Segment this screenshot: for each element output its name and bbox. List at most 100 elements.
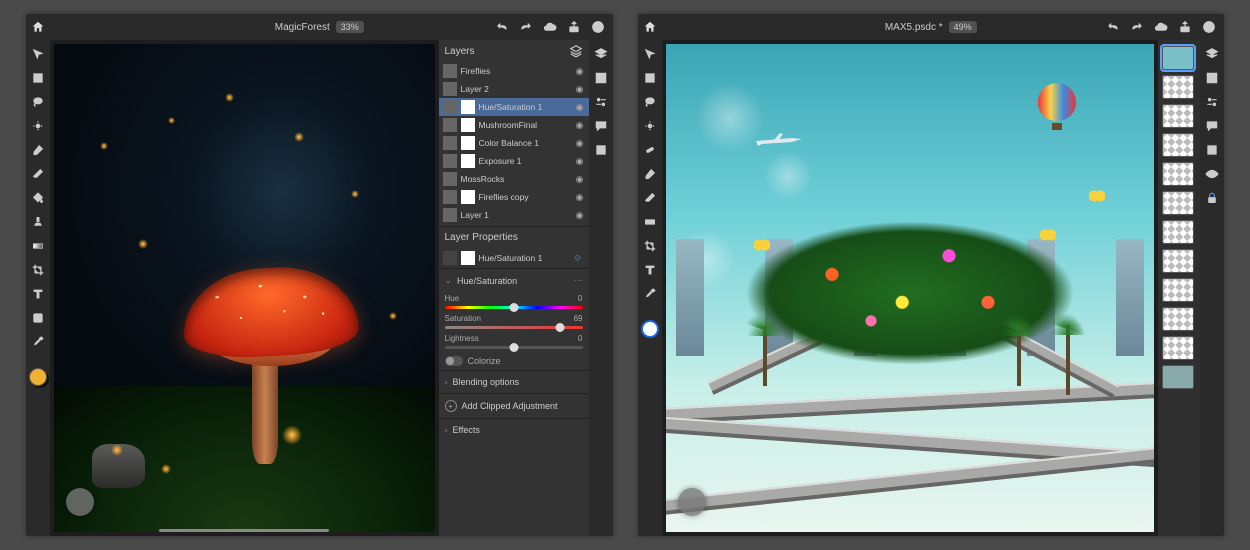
layer-actions-icon[interactable]: [593, 70, 609, 86]
transform-tool[interactable]: [30, 70, 46, 86]
canvas-area[interactable]: [50, 40, 439, 536]
home-button[interactable]: [638, 20, 662, 34]
layer-thumbnail[interactable]: [1162, 307, 1194, 331]
undo-icon[interactable]: [1106, 20, 1120, 34]
layers-icon[interactable]: [593, 46, 609, 62]
visibility-toggle[interactable]: ◉: [575, 210, 585, 221]
layer-row[interactable]: Hue/Saturation 1◉: [439, 98, 589, 116]
layer-row[interactable]: Color Balance 1◉: [439, 134, 589, 152]
type-tool[interactable]: [642, 262, 658, 278]
layer-thumbnail[interactable]: [1162, 191, 1194, 215]
properties-icon[interactable]: [1204, 94, 1220, 110]
fill-tool[interactable]: [30, 190, 46, 206]
blending-options[interactable]: Blending options: [439, 370, 589, 393]
share-icon[interactable]: [567, 20, 581, 34]
help-icon[interactable]: [1202, 20, 1216, 34]
visibility-icon[interactable]: [1204, 166, 1220, 182]
link-icon[interactable]: ⟐: [571, 251, 585, 265]
type-tool[interactable]: [30, 286, 46, 302]
canvas-area[interactable]: [662, 40, 1159, 536]
crop-tool[interactable]: [642, 238, 658, 254]
zoom-badge[interactable]: 49%: [949, 21, 977, 33]
hue-slider[interactable]: [445, 306, 583, 309]
layer-thumbnail[interactable]: [1162, 104, 1194, 128]
canvas[interactable]: [666, 44, 1154, 532]
zoom-badge[interactable]: 33%: [336, 21, 364, 33]
layer-row[interactable]: Layer 2◉: [439, 80, 589, 98]
brush-tool[interactable]: [642, 166, 658, 182]
add-layer-icon[interactable]: [1204, 142, 1220, 158]
touch-shortcut[interactable]: [678, 488, 706, 516]
visibility-toggle[interactable]: ◉: [575, 84, 585, 95]
visibility-toggle[interactable]: ◉: [575, 156, 585, 167]
add-clipped-adjustment[interactable]: +Add Clipped Adjustment: [439, 393, 589, 418]
cloud-icon[interactable]: [1154, 20, 1168, 34]
lasso-tool[interactable]: [30, 94, 46, 110]
layer-thumbnail[interactable]: [1162, 220, 1194, 244]
lasso-tool[interactable]: [642, 94, 658, 110]
gradient-tool[interactable]: [30, 238, 46, 254]
shape-tool[interactable]: [30, 310, 46, 326]
layer-row[interactable]: MushroomFinal◉: [439, 116, 589, 134]
clone-tool[interactable]: [30, 214, 46, 230]
layers-stack-icon[interactable]: [569, 44, 583, 58]
visibility-toggle[interactable]: ◉: [575, 138, 585, 149]
visibility-toggle[interactable]: ◉: [575, 66, 585, 77]
touch-shortcut[interactable]: [66, 488, 94, 516]
quick-select-tool[interactable]: [642, 118, 658, 134]
eyedropper-tool[interactable]: [642, 286, 658, 302]
comments-icon[interactable]: [593, 118, 609, 134]
visibility-toggle[interactable]: ◉: [575, 120, 585, 131]
redo-icon[interactable]: [519, 20, 533, 34]
redo-icon[interactable]: [1130, 20, 1144, 34]
cloud-icon[interactable]: [543, 20, 557, 34]
layer-thumbnail[interactable]: [1162, 46, 1194, 70]
visibility-toggle[interactable]: ◉: [575, 102, 585, 113]
layer-actions-icon[interactable]: [1204, 70, 1220, 86]
help-icon[interactable]: [591, 20, 605, 34]
add-layer-icon[interactable]: [593, 142, 609, 158]
spot-heal-tool[interactable]: [642, 142, 658, 158]
comments-icon[interactable]: [1204, 118, 1220, 134]
eraser-tool[interactable]: [30, 166, 46, 182]
layer-row[interactable]: Fireflies◉: [439, 62, 589, 80]
layer-thumbnail[interactable]: [1162, 336, 1194, 360]
layer-thumbnail[interactable]: [1162, 249, 1194, 273]
eraser-tool[interactable]: [642, 190, 658, 206]
foreground-color-chip[interactable]: [29, 368, 47, 386]
transform-tool[interactable]: [642, 70, 658, 86]
home-button[interactable]: [26, 20, 50, 34]
layer-row[interactable]: Layer 1◉: [439, 206, 589, 224]
layer-thumbnail[interactable]: [1162, 278, 1194, 302]
visibility-toggle[interactable]: ◉: [575, 192, 585, 203]
layer-row[interactable]: MossRocks◉: [439, 170, 589, 188]
gradient-tool[interactable]: [642, 214, 658, 230]
layer-name: Fireflies copy: [479, 192, 571, 202]
lightness-slider[interactable]: [445, 346, 583, 349]
colorize-switch[interactable]: [445, 356, 463, 366]
eyedropper-tool[interactable]: [30, 334, 46, 350]
quick-select-tool[interactable]: [30, 118, 46, 134]
layer-thumbnail[interactable]: [1162, 162, 1194, 186]
lock-icon[interactable]: [1204, 190, 1220, 206]
canvas[interactable]: [54, 44, 435, 532]
hue-saturation-section[interactable]: ⌄ Hue/Saturation ⋯: [439, 268, 589, 292]
share-icon[interactable]: [1178, 20, 1192, 34]
layer-row[interactable]: Fireflies copy ◉: [439, 188, 589, 206]
move-tool[interactable]: [642, 46, 658, 62]
properties-icon[interactable]: [593, 94, 609, 110]
layer-thumbnail[interactable]: [1162, 75, 1194, 99]
layer-row[interactable]: Exposure 1◉: [439, 152, 589, 170]
colorize-toggle-row[interactable]: Colorize: [439, 352, 589, 370]
layer-thumbnail[interactable]: [1162, 133, 1194, 157]
visibility-toggle[interactable]: ◉: [575, 174, 585, 185]
layers-icon[interactable]: [1204, 46, 1220, 62]
saturation-slider[interactable]: [445, 326, 583, 329]
effects-section[interactable]: Effects: [439, 418, 589, 441]
foreground-color-chip[interactable]: [641, 320, 659, 338]
brush-tool[interactable]: [30, 142, 46, 158]
layer-thumbnail[interactable]: [1162, 365, 1194, 389]
undo-icon[interactable]: [495, 20, 509, 34]
crop-tool[interactable]: [30, 262, 46, 278]
move-tool[interactable]: [30, 46, 46, 62]
